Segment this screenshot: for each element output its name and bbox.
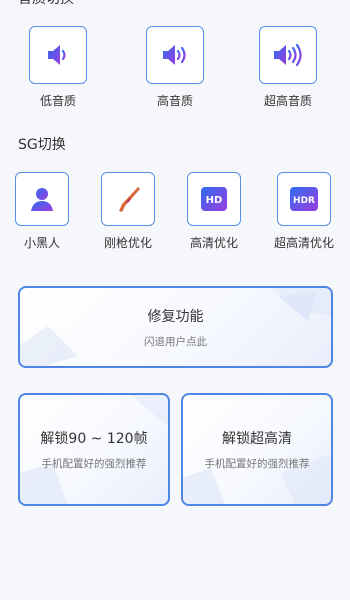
person-silhouette-icon (31, 188, 53, 211)
sg-section-title: SG切换 (18, 137, 66, 153)
audio-medium-label: 高音质 (156, 94, 193, 108)
audio-high-option[interactable]: 超高音质 (259, 26, 317, 109)
audio-low-option[interactable]: 低音质 (29, 26, 87, 109)
hdr-icon: HDR (290, 187, 318, 211)
sg-hd-box[interactable]: HD (187, 172, 241, 226)
sg-option-hdr[interactable]: HDR 超高清优化 (274, 172, 334, 251)
unlock-hd-card-title: 解锁超高清 (222, 431, 292, 447)
sg-option-hd[interactable]: HD 高清优化 (187, 172, 241, 251)
sg-option-black-figure[interactable]: 小黑人 (15, 172, 69, 251)
audio-medium-box[interactable] (146, 26, 204, 84)
rifle-icon (119, 187, 140, 212)
sg-gun-label: 刚枪优化 (103, 236, 152, 250)
speaker-high-icon (274, 43, 302, 67)
repair-card-subtitle: 闪退用户点此 (144, 335, 207, 348)
hd-icon: HD (201, 187, 227, 211)
audio-low-label: 低音质 (39, 94, 76, 108)
sg-hd-label: 高清优化 (189, 236, 238, 250)
audio-low-box[interactable] (29, 26, 87, 84)
sg-gun-box[interactable] (101, 172, 155, 226)
sg-hdr-label: 超高清优化 (274, 236, 335, 250)
speaker-low-icon (48, 45, 66, 65)
audio-section-title: 音质切换 (18, 0, 74, 8)
unlock-fps-card[interactable]: 解锁90 ~ 120帧 手机配置好的强烈推荐 (18, 393, 170, 506)
audio-high-label: 超高音质 (263, 94, 312, 108)
sg-hdr-box[interactable]: HDR (277, 172, 331, 226)
repair-card[interactable]: 修复功能 闪退用户点此 (18, 286, 333, 368)
unlock-fps-card-title: 解锁90 ~ 120帧 (40, 431, 148, 447)
card-background-pattern (20, 288, 331, 366)
card-background-pattern (20, 395, 168, 504)
sg-black-figure-label: 小黑人 (23, 236, 60, 250)
unlock-fps-card-subtitle: 手机配置好的强烈推荐 (41, 458, 147, 470)
hd-badge-text: HD (206, 195, 223, 206)
card-background-pattern (183, 453, 331, 504)
speaker-medium-icon (163, 45, 186, 65)
unlock-hd-card-subtitle: 手机配置好的强烈推荐 (204, 458, 310, 470)
repair-card-title: 修复功能 (147, 308, 204, 325)
audio-high-box[interactable] (259, 26, 317, 84)
unlock-hd-card[interactable]: 解锁超高清 手机配置好的强烈推荐 (181, 393, 333, 506)
sg-option-gun[interactable]: 刚枪优化 (101, 172, 155, 251)
hdr-badge-text: HDR (293, 196, 315, 206)
audio-medium-option[interactable]: 高音质 (146, 26, 204, 109)
sg-black-figure-box[interactable] (15, 172, 69, 226)
